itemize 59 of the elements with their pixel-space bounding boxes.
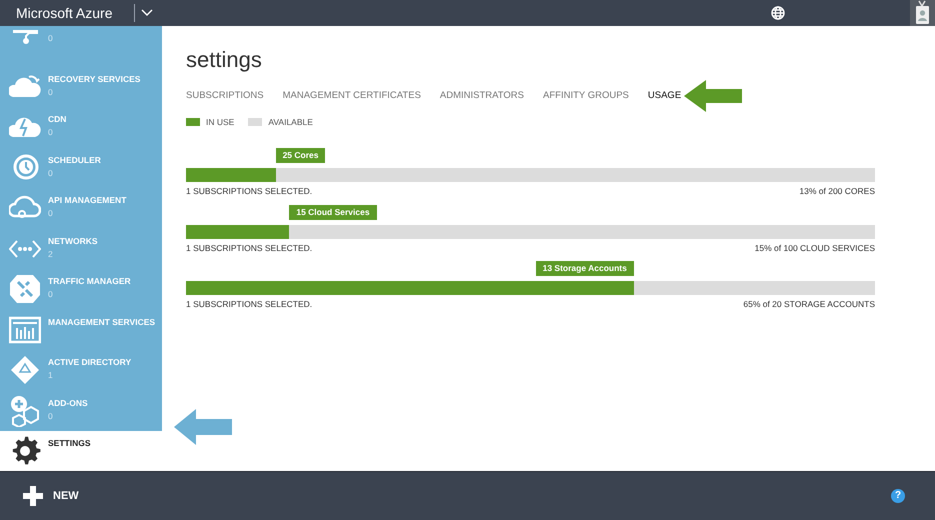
item-label: CDN [48, 113, 66, 126]
arrow-icon [174, 409, 232, 445]
plus-icon [23, 486, 43, 506]
item-count: 0 [48, 410, 54, 422]
brand-title[interactable]: Microsoft Azure [16, 2, 112, 24]
sidebar-item[interactable]: RECOVERY SERVICES 0 [0, 66, 162, 107]
value-callout: 15 Cloud Services [289, 204, 377, 220]
tab[interactable]: ADMINISTRATORS [440, 88, 524, 104]
item-count: 0 [48, 166, 54, 180]
item-label: SETTINGS [48, 437, 91, 450]
selection-note: 1 SUBSCRIPTIONS SELECTED. [186, 184, 312, 198]
legend-label: IN USE [206, 116, 234, 129]
sidebar-item[interactable]: NETWORKS 2 [0, 228, 162, 269]
globe-icon[interactable] [771, 6, 785, 20]
selection-note: 1 SUBSCRIPTIONS SELECTED. [186, 298, 312, 311]
item-count: 2 [48, 248, 54, 260]
sidebar-item[interactable]: TRAFFIC MANAGER 0 [0, 269, 162, 310]
sidebar-item[interactable]: MANAGEMENT SERVICES [0, 310, 162, 350]
value-callout: 25 Cores [276, 148, 326, 163]
chevron-down-icon[interactable] [141, 9, 154, 17]
help-button[interactable]: ? [891, 489, 905, 503]
item-label: RECOVERY SERVICES [48, 72, 140, 86]
item-label: MANAGEMENT SERVICES [48, 316, 156, 328]
usage-reading: 15% of 100 CLOUD SERVICES [754, 242, 875, 254]
hexagon-icon [9, 394, 41, 426]
user-badge-icon[interactable] [910, 0, 935, 26]
selection-note: 1 SUBSCRIPTIONS SELECTED. [186, 242, 312, 254]
tab[interactable]: AFFINITY GROUPS [543, 88, 629, 104]
item-label: API MANAGEMENT [48, 194, 126, 207]
arrow-icon [684, 80, 742, 112]
item-count: 0 [48, 126, 54, 139]
item-count: 0 [48, 207, 54, 220]
sidebar-item[interactable]: SETTINGS [0, 431, 162, 471]
traffic-icon [9, 273, 41, 305]
item-label: TRAFFIC MANAGER [48, 275, 131, 288]
item-label: ADD-ONS [48, 396, 88, 410]
item-count: 1 [48, 369, 54, 382]
item-count: 0 [48, 32, 53, 45]
sidebar-item[interactable]: 0 [0, 26, 162, 66]
tab[interactable]: MANAGEMENT CERTIFICATES [282, 88, 421, 104]
usage-reading: 13% of 200 CORES [799, 184, 875, 198]
item-count: 0 [48, 86, 54, 98]
item-label: NETWORKS [48, 234, 98, 248]
new-button[interactable]: NEW [23, 486, 79, 506]
page-title: settings [186, 46, 263, 74]
item-count: 0 [48, 288, 54, 301]
usage-reading: 65% of 20 STORAGE ACCOUNTS [743, 298, 875, 311]
tab[interactable]: SUBSCRIPTIONS [186, 88, 264, 104]
value-callout: 13 Storage Accounts [536, 261, 634, 276]
legend-label: AVAILABLE [268, 116, 313, 129]
sidebar-item[interactable]: ADD-ONS 0 [0, 390, 162, 431]
sidebar-item[interactable]: SCHEDULER 0 [0, 148, 162, 188]
item-label: ACTIVE DIRECTORY [48, 356, 132, 369]
diamond-icon [9, 354, 41, 386]
sidebar-item[interactable]: ACTIVE DIRECTORY 1 [0, 350, 162, 390]
item-label: SCHEDULER [48, 154, 101, 166]
sidebar-item[interactable]: CDN 0 [0, 107, 162, 148]
sidebar-item[interactable]: API MANAGEMENT 0 [0, 188, 162, 228]
tab[interactable]: USAGE [648, 88, 682, 104]
